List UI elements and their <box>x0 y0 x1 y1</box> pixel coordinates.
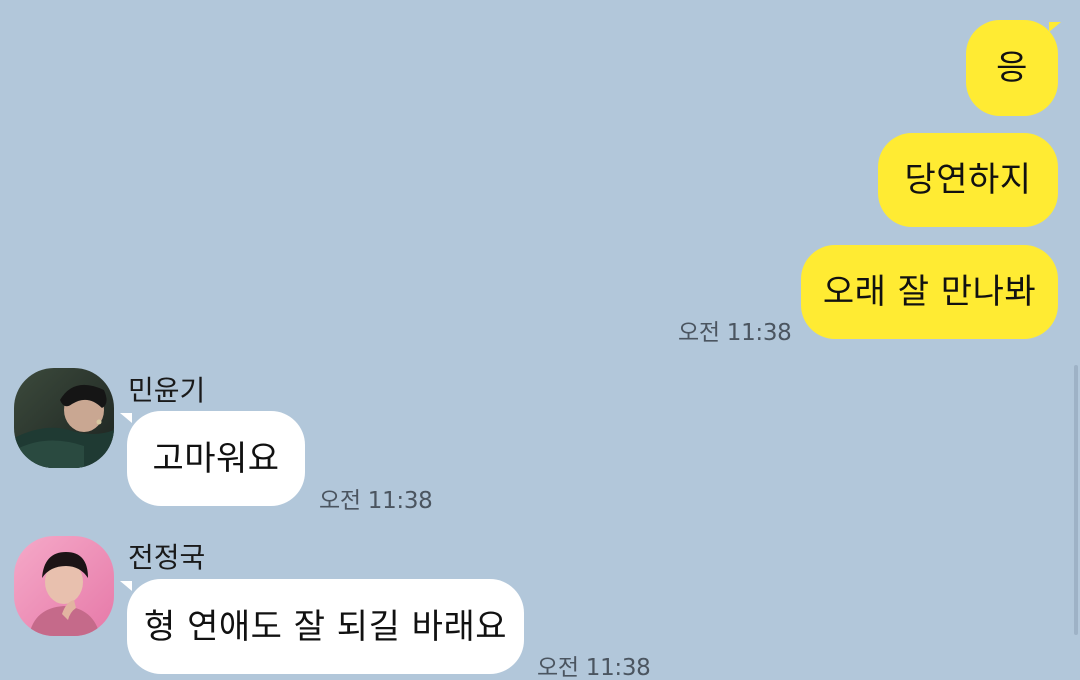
message-text: 형 연애도 잘 되길 바래요 <box>143 606 508 647</box>
avatar[interactable] <box>14 368 114 468</box>
incoming-message-bubble[interactable]: 형 연애도 잘 되길 바래요 <box>127 579 524 674</box>
profile-photo-icon <box>14 536 114 636</box>
message-timestamp: 오전 11:38 <box>319 488 433 514</box>
sender-name: 전정국 <box>128 541 206 574</box>
bubble-tail <box>120 413 132 423</box>
incoming-message-bubble[interactable]: 고마워요 <box>127 411 305 506</box>
outgoing-message-bubble[interactable]: 당연하지 <box>878 133 1058 227</box>
bubble-tail <box>1049 22 1061 32</box>
message-text: 오래 잘 만나봐 <box>822 272 1037 312</box>
avatar[interactable] <box>14 536 114 636</box>
outgoing-message-bubble[interactable]: 오래 잘 만나봐 <box>801 245 1058 339</box>
scrollbar[interactable] <box>1074 365 1078 635</box>
message-timestamp: 오전 11:38 <box>537 655 651 680</box>
sender-name: 민윤기 <box>128 374 206 407</box>
message-text: 응 <box>996 48 1028 88</box>
message-timestamp: 오전 11:38 <box>678 320 792 346</box>
message-text: 당연하지 <box>904 160 1032 200</box>
outgoing-message-bubble[interactable]: 응 <box>966 20 1058 116</box>
bubble-tail <box>120 581 132 591</box>
profile-photo-icon <box>14 368 114 468</box>
chat-room[interactable]: 응 당연하지 오래 잘 만나봐 오전 11:38 민윤기 고마워요 오전 11:… <box>0 0 1080 680</box>
message-text: 고마워요 <box>152 438 280 479</box>
